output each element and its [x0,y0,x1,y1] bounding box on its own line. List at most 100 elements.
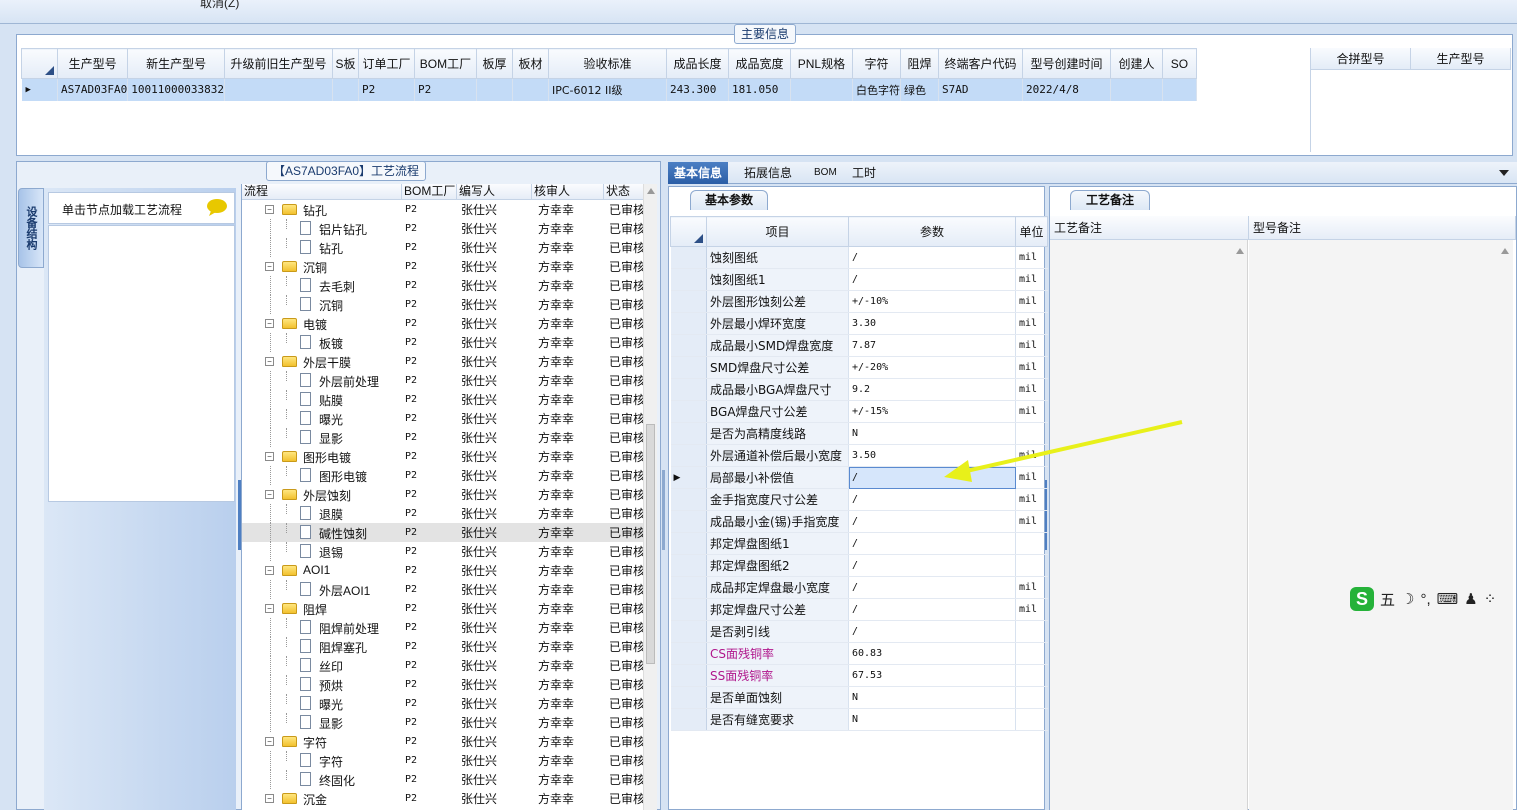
param-row[interactable]: 外层图形蚀刻公差 +/-10% mil [670,290,1048,313]
main-cell[interactable]: P2 [414,78,477,101]
main-cell[interactable]: 2022/4/8 [1022,78,1111,101]
param-row[interactable]: CS面残铜率 60.83 [670,642,1048,665]
collapse-icon[interactable]: − [265,205,274,214]
tree-row[interactable]: − 外层蚀刻 P2 张仕兴 方幸幸 已审核 [242,485,657,504]
param-row[interactable]: 是否单面蚀刻 N [670,686,1048,709]
main-col-header[interactable]: PNL规格 [789,48,853,79]
param-value[interactable]: +/-10% [848,290,1016,313]
tree-row[interactable]: 沉铜 P2 张仕兴 方幸幸 已审核 [242,295,657,314]
main-cell[interactable]: 白色字符 [852,78,901,101]
main-col-header[interactable]: 升级前旧生产型号 [223,48,333,79]
param-value[interactable]: / [848,620,1016,643]
main-col-header[interactable]: 创建人 [1109,48,1163,79]
collapse-icon[interactable]: − [265,490,274,499]
left-splitter-handle[interactable] [238,480,241,550]
col-status[interactable]: 状态 [604,184,644,199]
basic-params-tab[interactable]: 基本参数 [690,190,768,210]
tree-row[interactable]: 板镀 P2 张仕兴 方幸幸 已审核 [242,333,657,352]
main-col-header[interactable]: 板厚 [475,48,513,79]
param-value[interactable]: / [848,510,1016,533]
col-param[interactable]: 参数 [848,216,1016,247]
tree-row[interactable]: − 钻孔 P2 张仕兴 方幸幸 已审核 [242,200,657,219]
tree-row[interactable]: − 图形电镀 P2 张仕兴 方幸幸 已审核 [242,447,657,466]
tree-row[interactable]: 显影 P2 张仕兴 方幸幸 已审核 [242,428,657,447]
col-writer[interactable]: 编写人 [457,184,532,199]
param-row[interactable]: 蚀刻图纸 / mil [670,246,1048,269]
param-value[interactable]: +/-20% [848,356,1016,379]
param-value[interactable]: N [848,686,1016,709]
tree-scrollbar[interactable] [643,184,657,810]
param-value[interactable]: / [848,576,1016,599]
main-cell[interactable] [224,78,333,101]
col-reviewer[interactable]: 核审人 [532,184,604,199]
tree-row[interactable]: − 外层干膜 P2 张仕兴 方幸幸 已审核 [242,352,657,371]
collapse-icon[interactable]: − [265,737,274,746]
user-icon[interactable]: ♟ [1464,590,1477,608]
main-cell[interactable] [332,78,359,101]
main-cell[interactable] [790,78,853,101]
param-value[interactable]: / [848,488,1016,511]
main-cell[interactable]: 181.050 [728,78,791,101]
moon-icon[interactable]: ☽ [1401,590,1414,608]
process-notes-tab[interactable]: 工艺备注 [1070,190,1150,210]
main-cell[interactable]: AS7AD03FA0 [57,78,129,101]
tree-row[interactable]: − AOI1 P2 张仕兴 方幸幸 已审核 [242,561,657,580]
equipment-structure-tab[interactable]: 设备结构 [18,188,44,268]
tree-row[interactable]: 外层前处理 P2 张仕兴 方幸幸 已审核 [242,371,657,390]
col-process-notes[interactable]: 工艺备注 [1050,216,1249,239]
main-cell[interactable] [1110,78,1163,101]
param-value[interactable]: 67.53 [848,664,1016,687]
col-model-notes[interactable]: 型号备注 [1249,216,1516,239]
main-cell[interactable]: P2 [358,78,415,101]
tree-row[interactable]: 阻焊塞孔 P2 张仕兴 方幸幸 已审核 [242,637,657,656]
main-col-header[interactable]: BOM工厂 [413,48,477,79]
tree-row[interactable]: − 沉金 P2 张仕兴 方幸幸 已审核 [242,789,657,808]
production-model-header[interactable]: 生产型号 [1411,48,1511,69]
tab-basic-info[interactable]: 基本信息 [668,162,729,184]
tree-row[interactable]: 终固化 P2 张仕兴 方幸幸 已审核 [242,770,657,789]
param-value[interactable]: / [848,554,1016,577]
param-value[interactable]: 7.87 [848,334,1016,357]
param-value[interactable]: N [848,708,1016,731]
tab-bom[interactable]: BOM [808,162,843,184]
tree-row[interactable]: 退锡 P2 张仕兴 方幸幸 已审核 [242,542,657,561]
tree-row[interactable]: 碱性蚀刻 P2 张仕兴 方幸幸 已审核 [242,523,657,542]
tree-row[interactable]: 字符 P2 张仕兴 方幸幸 已审核 [242,751,657,770]
param-row[interactable]: 成品最小金(锡)手指宽度 / mil [670,510,1048,533]
tabs-dropdown-icon[interactable] [1499,170,1509,176]
tab-extended-info[interactable]: 拓展信息 [738,162,798,184]
grid-icon[interactable]: ⁘ [1484,590,1497,608]
grid-corner[interactable] [670,216,707,247]
ime-mode[interactable]: 五 [1380,589,1395,610]
tree-row[interactable]: 退膜 P2 张仕兴 方幸幸 已审核 [242,504,657,523]
param-value[interactable]: / [848,268,1016,291]
collapse-icon[interactable]: − [265,794,274,803]
collapse-icon[interactable]: − [265,319,274,328]
tree-row[interactable]: 预烘 P2 张仕兴 方幸幸 已审核 [242,675,657,694]
tree-row[interactable]: 铝片钻孔 P2 张仕兴 方幸幸 已审核 [242,219,657,238]
process-notes-area[interactable] [1050,240,1248,810]
tree-row[interactable]: − 电镀 P2 张仕兴 方幸幸 已审核 [242,314,657,333]
param-value[interactable]: 60.83 [848,642,1016,665]
merge-model-header[interactable]: 合拼型号 [1311,48,1411,69]
main-col-header[interactable]: 成品宽度 [727,48,791,79]
param-value[interactable]: 3.30 [848,312,1016,335]
main-col-header[interactable]: 生产型号 [56,48,129,79]
col-flow[interactable]: 流程 [242,184,402,199]
param-value[interactable]: / [848,532,1016,555]
main-col-header[interactable]: 成品长度 [665,48,729,79]
param-row[interactable]: SS面残铜率 67.53 [670,664,1048,687]
param-row[interactable]: 金手指宽度尺寸公差 / mil [670,488,1048,511]
collapse-icon[interactable]: − [265,452,274,461]
main-col-header[interactable]: 板材 [511,48,549,79]
tree-row[interactable]: 显影 P2 张仕兴 方幸幸 已审核 [242,713,657,732]
tree-row[interactable]: 钻孔 P2 张仕兴 方幸幸 已审核 [242,238,657,257]
collapse-icon[interactable]: − [265,262,274,271]
main-col-header[interactable]: 阻焊 [899,48,939,79]
cancel-button[interactable]: 取消(Z) [200,0,239,11]
tree-row[interactable]: 丝印 P2 张仕兴 方幸幸 已审核 [242,656,657,675]
tree-row[interactable]: − 阻焊 P2 张仕兴 方幸幸 已审核 [242,599,657,618]
main-cell[interactable] [512,78,549,101]
main-col-header[interactable]: 终端客户代码 [937,48,1023,79]
collapse-icon[interactable]: − [265,566,274,575]
